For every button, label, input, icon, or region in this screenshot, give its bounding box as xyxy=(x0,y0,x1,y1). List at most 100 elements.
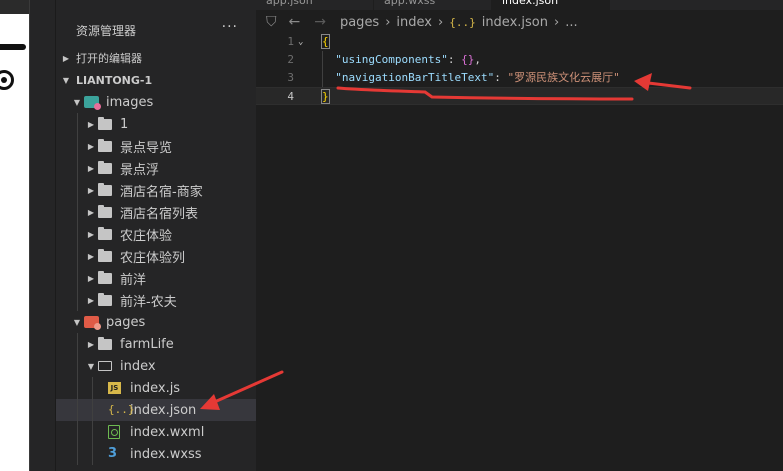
chevron-right-icon: ▶ xyxy=(87,207,95,217)
folder-icon xyxy=(98,249,114,263)
json-value: {} xyxy=(461,53,475,66)
indent-guide xyxy=(77,333,78,355)
indent-guide xyxy=(77,377,78,399)
tree-label: images xyxy=(106,94,154,110)
folder-icon xyxy=(98,227,114,241)
fold-chevron-icon[interactable]: ⌄ xyxy=(298,33,310,51)
chevron-right-icon: ▶ xyxy=(87,185,95,195)
tree-folder-images[interactable]: ▼ images xyxy=(56,91,256,113)
breadcrumb-more[interactable]: ... xyxy=(565,15,577,30)
open-brace: { xyxy=(321,34,330,49)
indent-guide xyxy=(77,223,78,245)
explorer-more-button[interactable]: ··· xyxy=(222,19,238,35)
chevron-right-icon: ▶ xyxy=(87,339,95,349)
wxml-file-icon xyxy=(108,425,124,439)
folder-icon xyxy=(98,205,114,219)
close-brace: } xyxy=(321,89,330,104)
breadcrumb-pages[interactable]: pages xyxy=(340,15,379,30)
json-file-icon: {..} xyxy=(108,403,135,416)
explorer-sidebar: 资源管理器 ··· ▶ 打开的编辑器 ▼ LIANTONG-1 ▼ images… xyxy=(56,0,256,471)
tree-folder-image-subfolder[interactable]: ▶ 酒店名宿-商家 xyxy=(56,179,256,201)
folder-open-icon xyxy=(98,359,114,373)
tree-folder-pages[interactable]: ▼ pages xyxy=(56,311,256,333)
open-editors-label: 打开的编辑器 xyxy=(76,52,142,65)
code-editor: app.json app.wxss index.json ⛉ ← → pages… xyxy=(256,0,783,471)
chevron-right-icon: › xyxy=(553,14,560,30)
chevron-right-icon: ▶ xyxy=(87,141,95,151)
indent-guide xyxy=(92,443,93,465)
code-line: 1 ⌄ { xyxy=(256,33,783,51)
simulator-toolbar xyxy=(0,0,29,14)
tree-folder-image-subfolder[interactable]: ▶ 景点浮 xyxy=(56,157,256,179)
simulator-preview xyxy=(0,0,30,471)
tree-folder-image-subfolder[interactable]: ▶ 酒店名宿列表 xyxy=(56,201,256,223)
breadcrumb-file[interactable]: index.json xyxy=(482,15,548,30)
tree-label: 酒店名宿列表 xyxy=(120,206,199,222)
indent-guide xyxy=(92,421,93,443)
tree-folder-image-subfolder[interactable]: ▶ 1 xyxy=(56,113,256,135)
tree-label: 酒店名宿-商家 xyxy=(120,184,203,200)
editor-tab-bar: app.json app.wxss index.json xyxy=(256,0,783,10)
capsule-button-icon[interactable] xyxy=(0,70,14,90)
fold-gutter xyxy=(298,69,310,87)
tree-folder-image-subfolder[interactable]: ▶ 农庄体验 xyxy=(56,223,256,245)
tree-label: 农庄体验 xyxy=(120,228,173,244)
breadcrumb-index[interactable]: index xyxy=(396,15,432,30)
chevron-down-icon: ▼ xyxy=(87,361,95,371)
indent-guide xyxy=(77,113,78,135)
chevron-down-icon: ▼ xyxy=(73,97,81,107)
indent-guide xyxy=(77,201,78,223)
bookmark-icon[interactable]: ⛉ xyxy=(266,14,277,30)
chevron-right-icon: ▶ xyxy=(87,229,95,239)
tree-folder-image-subfolder[interactable]: ▶ 前洋 xyxy=(56,267,256,289)
json-key: "navigationBarTitleText" xyxy=(335,71,495,84)
json-file-icon: {..} xyxy=(449,15,476,29)
folder-icon xyxy=(98,183,114,197)
fold-gutter xyxy=(298,88,310,104)
folder-icon xyxy=(98,293,114,307)
folder-icon xyxy=(98,271,114,285)
tree-label: 1 xyxy=(120,116,129,132)
line-number: 2 xyxy=(287,53,294,66)
tree-folder-farmlife[interactable]: ▶ farmLife xyxy=(56,333,256,355)
code-line: 3 "navigationBarTitleText": "罗源民族文化云展厅" xyxy=(256,69,783,87)
code-text: "navigationBarTitleText": "罗源民族文化云展厅" xyxy=(335,71,620,84)
tree-file-index-wxss[interactable]: 3 index.wxss xyxy=(56,443,256,465)
tree-label: 前洋 xyxy=(120,272,147,288)
simulator-nav-bar xyxy=(0,44,26,50)
chevron-right-icon: ▶ xyxy=(62,53,70,63)
pages-folder-icon xyxy=(84,315,101,330)
code-text: "usingComponents": {}, xyxy=(335,53,481,66)
indent-guide xyxy=(77,421,78,443)
chevron-right-icon: ▶ xyxy=(87,295,95,305)
tree-label: index.json xyxy=(130,402,197,418)
tree-folder-image-subfolder[interactable]: ▶ 前洋-农夫 xyxy=(56,289,256,311)
tree-file-index-json[interactable]: {..} index.json xyxy=(56,399,256,421)
line-number: 4 xyxy=(287,90,294,103)
indent-guide xyxy=(77,267,78,289)
code-line-current: 4 } xyxy=(256,87,783,105)
tree-folder-image-subfolder[interactable]: ▶ 景点导览 xyxy=(56,135,256,157)
tab-app-wxss[interactable]: app.wxss xyxy=(374,0,492,10)
tree-label: index.js xyxy=(130,380,181,396)
images-children: ▶ 1 ▶ 景点导览 ▶ 景点浮 ▶ 酒店名宿-商家 ▶ 酒店名宿列表 ▶ 农庄体验 ▶ 农庄体验列 ▶ 前洋… xyxy=(56,113,256,311)
forward-arrow-icon[interactable]: → xyxy=(314,14,326,30)
tree-folder-index[interactable]: ▼ index xyxy=(56,355,256,377)
tree-file-index-js[interactable]: JS index.js xyxy=(56,377,256,399)
project-section[interactable]: ▼ LIANTONG-1 xyxy=(56,69,256,91)
back-arrow-icon[interactable]: ← xyxy=(289,14,301,30)
json-value: "罗源民族文化云展厅" xyxy=(507,71,620,84)
tree-file-index-wxml[interactable]: index.wxml xyxy=(56,421,256,443)
tree-label: farmLife xyxy=(120,336,174,352)
chevron-down-icon: ▼ xyxy=(73,317,81,327)
line-number: 3 xyxy=(287,71,294,84)
indent-guide xyxy=(77,289,78,311)
open-editors-section[interactable]: ▶ 打开的编辑器 xyxy=(56,47,256,69)
javascript-file-icon: JS xyxy=(108,381,124,395)
code-area[interactable]: 1 ⌄ { 2 "usingComponents": {}, 3 "naviga… xyxy=(256,33,783,105)
tree-folder-image-subfolder[interactable]: ▶ 农庄体验列 xyxy=(56,245,256,267)
folder-icon xyxy=(98,139,114,153)
tab-app-json[interactable]: app.json xyxy=(256,0,374,10)
tree-label: index.wxml xyxy=(130,424,205,440)
tab-index-json[interactable]: index.json xyxy=(492,0,610,10)
